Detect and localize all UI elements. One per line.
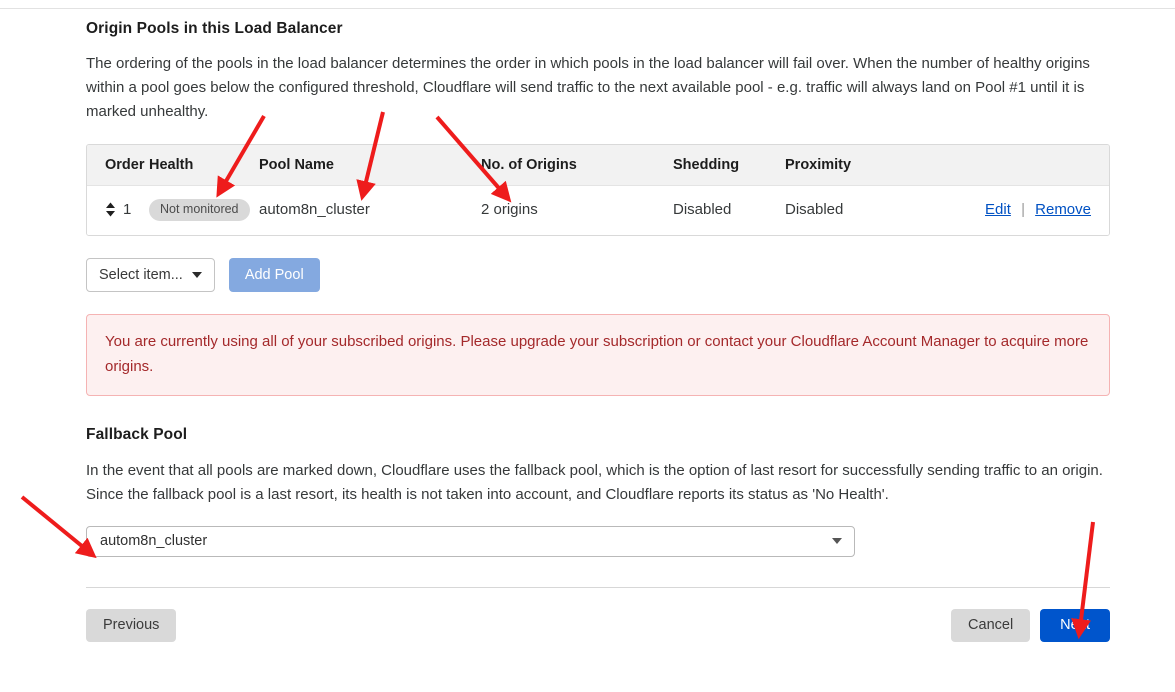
column-header-no-of-origins: No. of Origins <box>481 145 673 186</box>
remove-link[interactable]: Remove <box>1035 201 1091 218</box>
column-header-health: Health <box>149 145 259 186</box>
origin-pools-description: The ordering of the pools in the load ba… <box>86 55 1090 120</box>
column-header-order: Order <box>87 145 149 186</box>
origins-limit-warning: You are currently using all of your subs… <box>86 313 1110 396</box>
pool-controls-row: Select item... Add Pool <box>86 257 1110 292</box>
fallback-pool-selected-value: autom8n_cluster <box>100 533 208 549</box>
select-pool-value: Select item... <box>99 266 183 283</box>
action-separator: | <box>1021 201 1025 219</box>
edit-link[interactable]: Edit <box>985 201 1011 218</box>
page-root: Origin Pools in this Load Balancer The o… <box>0 0 1175 692</box>
status-badge: Not monitored <box>149 199 250 221</box>
fallback-pool-select[interactable]: autom8n_cluster <box>86 525 855 557</box>
cell-health: Not monitored <box>149 185 259 235</box>
select-pool-dropdown[interactable]: Select item... <box>86 257 215 292</box>
chevron-down-icon <box>191 271 202 278</box>
cell-order: 1 <box>87 185 149 235</box>
table-header-row: Order Health Pool Name No. of Origins Sh… <box>87 145 1109 186</box>
cell-no-of-origins: 2 origins <box>481 185 673 235</box>
cell-shedding: Disabled <box>673 185 785 235</box>
column-header-proximity: Proximity <box>785 145 965 186</box>
table-row: 1 Not monitored autom8n_cluster 2 origin… <box>87 185 1109 235</box>
column-header-shedding: Shedding <box>673 145 785 186</box>
fallback-pool-section: Fallback Pool In the event that all pool… <box>86 426 1110 557</box>
column-header-pool-name: Pool Name <box>259 145 481 186</box>
order-value: 1 <box>123 201 132 219</box>
fallback-pool-title: Fallback Pool <box>86 425 188 443</box>
next-button[interactable]: Next <box>1040 608 1110 642</box>
fallback-pool-description: In the event that all pools are marked d… <box>86 461 1103 503</box>
add-pool-button[interactable]: Add Pool <box>228 257 320 292</box>
footer-divider <box>86 586 1110 588</box>
column-header-actions <box>965 145 1109 186</box>
origin-pools-title: Origin Pools in this Load Balancer <box>86 20 343 37</box>
cell-pool-name: autom8n_cluster <box>259 185 481 235</box>
arrow-to-fallback-select <box>20 495 97 559</box>
drag-sort-icon[interactable] <box>105 202 116 217</box>
cancel-button[interactable]: Cancel <box>951 608 1031 642</box>
top-divider <box>0 8 1175 9</box>
warning-text: You are currently using all of your subs… <box>105 332 1089 375</box>
cell-proximity: Disabled <box>785 185 965 235</box>
footer-actions: Previous Cancel Next <box>86 608 1110 642</box>
previous-button[interactable]: Previous <box>86 608 177 642</box>
origin-pools-table: Order Health Pool Name No. of Origins Sh… <box>86 144 1110 236</box>
cell-actions: Edit | Remove <box>965 185 1109 235</box>
main-content: Origin Pools in this Load Balancer The o… <box>86 20 1110 642</box>
chevron-down-icon <box>832 538 842 544</box>
